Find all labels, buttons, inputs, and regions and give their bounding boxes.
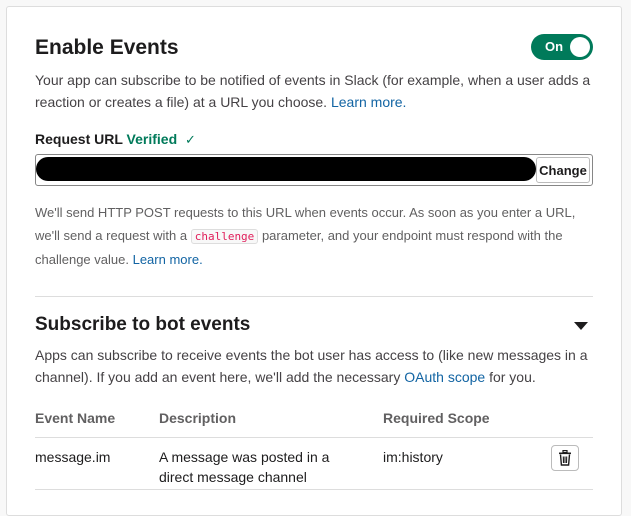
event-description: A message was posted in a direct message… [159, 447, 359, 487]
column-header-description: Description [159, 410, 236, 426]
bot-events-description: Apps can subscribe to receive events the… [35, 344, 593, 388]
redacted-url [36, 157, 536, 181]
challenge-code: challenge [191, 229, 259, 244]
oauth-scope-link[interactable]: OAuth scope [404, 369, 485, 385]
bot-events-text-2: for you. [489, 369, 536, 385]
toggle-knob [570, 37, 590, 57]
delete-event-button[interactable] [551, 445, 579, 471]
enable-events-description: Your app can subscribe to be notified of… [35, 69, 593, 113]
enable-events-toggle[interactable]: On [531, 34, 593, 60]
learn-more-link[interactable]: Learn more. [331, 94, 406, 110]
event-scope: im:history [383, 447, 443, 467]
request-url-help: We'll send HTTP POST requests to this UR… [35, 201, 593, 271]
check-icon: ✓ [185, 132, 196, 147]
request-url-learn-more-link[interactable]: Learn more. [133, 252, 203, 267]
enable-events-title: Enable Events [35, 35, 179, 61]
enable-events-header: Enable Events On [35, 35, 593, 65]
verified-status: Verified [127, 131, 178, 147]
table-row-divider [35, 489, 593, 490]
bot-events-title: Subscribe to bot events [35, 312, 250, 338]
request-url-input[interactable]: Change [35, 154, 593, 186]
toggle-label: On [545, 39, 563, 54]
column-header-event-name: Event Name [35, 410, 115, 426]
section-divider [35, 296, 593, 297]
change-button[interactable]: Change [536, 157, 590, 183]
request-url-label-text: Request URL [35, 131, 123, 147]
event-name-link[interactable]: message.im [35, 447, 110, 467]
collapse-caret-icon[interactable] [574, 322, 588, 330]
request-url-label: Request URL Verified ✓ [35, 131, 196, 148]
event-subscriptions-card: Enable Events On Your app can subscribe … [6, 6, 622, 516]
enable-events-text: Your app can subscribe to be notified of… [35, 72, 590, 110]
table-header-divider [35, 437, 593, 438]
trash-icon [558, 450, 572, 466]
column-header-required-scope: Required Scope [383, 410, 490, 426]
